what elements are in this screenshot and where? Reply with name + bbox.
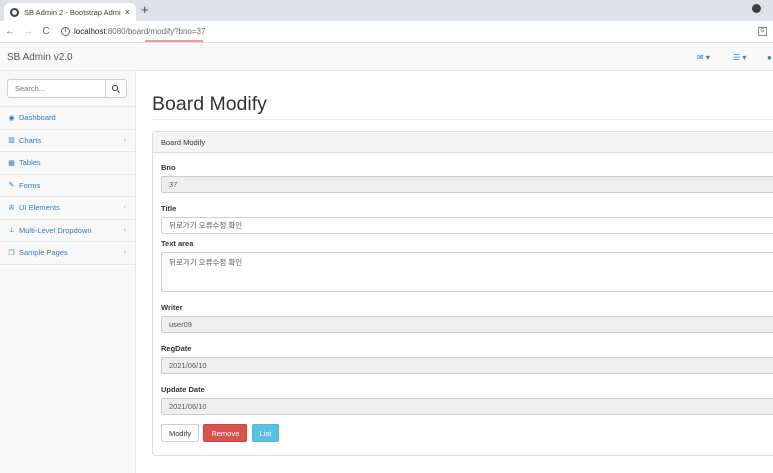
page-header: Board Modify	[152, 93, 773, 120]
top-navbar: SB Admin v2.0 ✉ ▾ ☰ ▾ ●	[0, 44, 773, 71]
brand-link[interactable]: SB Admin v2.0	[7, 52, 73, 63]
remove-button[interactable]: Remove	[203, 424, 248, 442]
translate-icon[interactable]: G	[758, 27, 767, 36]
bno-label: Bno	[161, 163, 176, 172]
dashboard-icon: ◉	[8, 114, 15, 122]
chevron-left-icon: ‹	[123, 249, 126, 257]
search-input[interactable]	[7, 79, 105, 98]
table-icon: ▦	[8, 159, 15, 167]
sidebar-item-dashboard[interactable]: ◉ Dashboard	[0, 107, 135, 130]
forward-button[interactable]: →	[19, 26, 37, 37]
sitemap-icon: ⊥	[8, 227, 15, 235]
site-info-icon[interactable]: i	[61, 27, 70, 36]
url-field[interactable]: localhost:8080/board/modify?bno=37	[74, 27, 205, 36]
sidebar: ◉ Dashboard ▥ Charts ‹ ▦ Tables ✎ Forms ✇ UI Eleme…	[0, 71, 136, 473]
reload-button[interactable]: C	[37, 26, 55, 37]
sidebar-item-forms[interactable]: ✎ Forms	[0, 175, 135, 197]
regdate-label: RegDate	[161, 344, 192, 353]
tab-close-icon[interactable]: ×	[125, 7, 130, 17]
profile-icon[interactable]	[752, 4, 761, 13]
updatedate-label: Update Date	[161, 385, 205, 394]
bell-icon[interactable]: ●	[767, 53, 772, 62]
search-button[interactable]	[105, 79, 127, 98]
title-field[interactable]: 뒤로가기 오류수정 확인	[161, 217, 773, 234]
sidebar-item-label: Sample Pages	[19, 248, 68, 258]
content-textarea[interactable]: 뒤로가기 오류수정 확인	[161, 252, 773, 292]
address-bar: ← → C i localhost:8080/board/modify?bno=…	[0, 21, 773, 43]
panel-heading: Board Modify	[153, 132, 773, 153]
chevron-left-icon: ‹	[123, 226, 126, 234]
bno-field: 37	[161, 176, 773, 193]
writer-field: user09	[161, 316, 773, 333]
list-button[interactable]: List	[251, 424, 280, 442]
sidebar-item-label: Charts	[19, 135, 42, 145]
favicon-icon	[10, 7, 19, 17]
bar-chart-icon: ▥	[8, 137, 15, 145]
tasks-icon[interactable]: ☰ ▾	[733, 53, 746, 62]
chevron-left-icon: ‹	[123, 204, 126, 212]
content-label: Text area	[161, 239, 194, 248]
url-host: localhost	[74, 27, 106, 36]
url-highlight	[145, 40, 203, 42]
updatedate-field: 2021/06/10	[161, 398, 773, 415]
panel-body: Bno 37 Title 뒤로가기 오류수정 확인 Text area 뒤로가기…	[153, 153, 773, 442]
sidebar-item-label: Multi-Level Dropdown	[19, 225, 92, 235]
edit-icon: ✎	[8, 182, 15, 190]
modify-panel: Board Modify Bno 37 Title 뒤로가기 오류수정 확인 T…	[152, 131, 773, 456]
sidebar-search	[0, 71, 135, 107]
url-path: :8080/board/modify?bno=37	[105, 27, 206, 36]
button-row: Modify Remove List	[161, 424, 768, 442]
main-content: Board Modify Board Modify Bno 37 Title 뒤…	[137, 71, 773, 473]
sidebar-item-ui-elements[interactable]: ✇ UI Elements ‹	[0, 197, 135, 220]
tab-title: SB Admin 2 - Bootstrap Admin	[24, 7, 121, 17]
sidebar-item-charts[interactable]: ▥ Charts ‹	[0, 130, 135, 152]
chevron-left-icon: ‹	[123, 136, 126, 144]
sidebar-item-tables[interactable]: ▦ Tables	[0, 152, 135, 175]
wrench-icon: ✇	[8, 204, 15, 212]
new-tab-button[interactable]: +	[141, 2, 149, 17]
regdate-field: 2021/06/10	[161, 357, 773, 374]
sidebar-item-multi-level-dropdown[interactable]: ⊥ Multi-Level Dropdown ‹	[0, 220, 135, 242]
writer-label: Writer	[161, 303, 183, 312]
title-label: Title	[161, 204, 177, 213]
browser-tabstrip: SB Admin 2 - Bootstrap Admin × +	[0, 0, 773, 21]
sidebar-item-label: Dashboard	[19, 113, 56, 123]
sidebar-item-label: UI Elements	[19, 203, 60, 213]
sidebar-menu: ◉ Dashboard ▥ Charts ‹ ▦ Tables ✎ Forms ✇ UI Eleme…	[0, 107, 135, 265]
back-button[interactable]: ←	[1, 26, 19, 37]
envelope-icon[interactable]: ✉ ▾	[697, 53, 710, 62]
browser-tab[interactable]: SB Admin 2 - Bootstrap Admin ×	[4, 3, 136, 21]
search-icon	[112, 84, 118, 91]
files-icon: ❐	[8, 249, 15, 257]
modify-button[interactable]: Modify	[161, 424, 200, 442]
page-title: Board Modify	[152, 93, 267, 115]
sidebar-item-label: Forms	[19, 180, 41, 190]
sidebar-item-label: Tables	[19, 158, 41, 168]
sidebar-item-sample-pages[interactable]: ❐ Sample Pages ‹	[0, 242, 135, 265]
